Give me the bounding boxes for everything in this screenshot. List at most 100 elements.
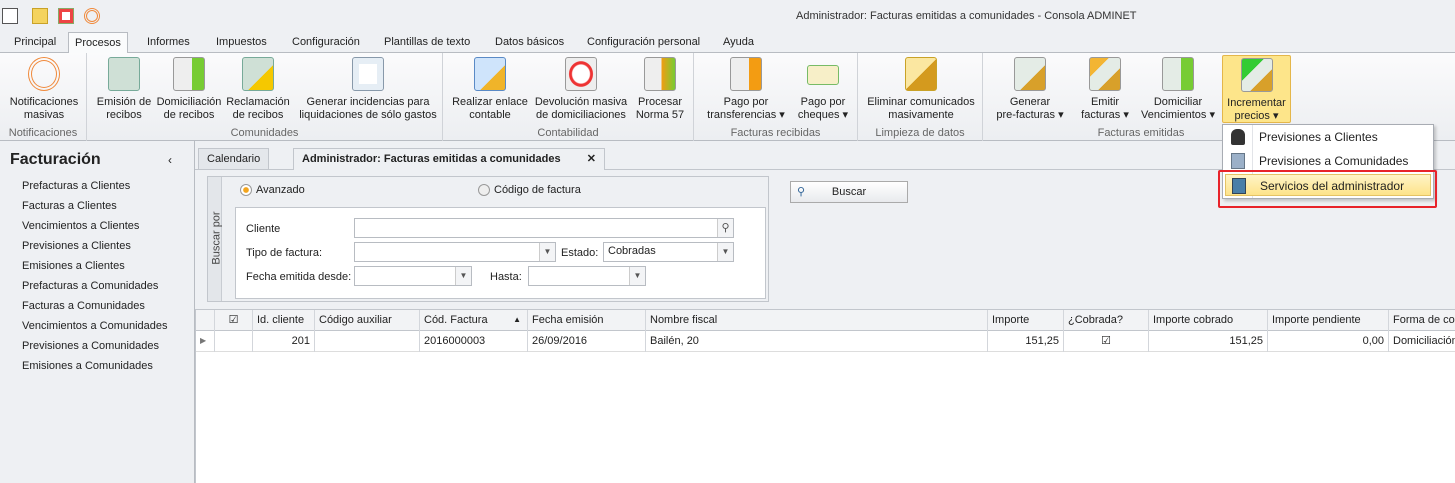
generar-incidencias-button[interactable]: Generar incidencias para liquidaciones de… (298, 55, 438, 122)
cell-check[interactable] (215, 331, 253, 352)
emision-recibos-button[interactable]: Emisión de recibos (92, 55, 156, 122)
pago-transferencias-button[interactable]: Pago por transferencias ▾ (702, 55, 790, 122)
radio-avanzado[interactable]: Avanzado (240, 184, 305, 196)
tab-procesos[interactable]: Procesos (68, 32, 128, 54)
sidebar-item[interactable]: Vencimientos a Clientes (22, 220, 139, 232)
cell-importe-cobrado: 151,25 (1149, 331, 1268, 352)
col-codigo-auxiliar[interactable]: Código auxiliar (315, 310, 420, 331)
sidebar-item[interactable]: Prefacturas a Clientes (22, 180, 130, 192)
col-cod-factura[interactable]: Cód. Factura ▲ (420, 310, 528, 331)
chevron-down-icon[interactable]: ▼ (717, 243, 733, 261)
row-indicator-header (196, 310, 215, 331)
cell-fecha: 26/09/2016 (528, 331, 646, 352)
label: Realizar enlace (452, 96, 528, 108)
radio-codigo-factura[interactable]: Código de factura (478, 184, 581, 196)
app-menu-icon[interactable] (2, 8, 18, 24)
cobrada-checkbox[interactable]: ☑ (1064, 331, 1149, 352)
estado-select[interactable]: Cobradas ▼ (603, 242, 734, 262)
tab-impuestos[interactable]: Impuestos (210, 32, 273, 53)
devolucion-masiva-button[interactable]: Devolución masiva de domiciliaciones (533, 55, 629, 122)
emitir-facturas-button[interactable]: Emitir facturas ▾ (1075, 55, 1135, 122)
menu-item-previsiones-comunidades[interactable]: Previsiones a Comunidades (1225, 150, 1431, 172)
chevron-down-icon[interactable]: ▼ (455, 267, 471, 285)
clipboard-check-icon[interactable]: ☑ (215, 310, 253, 331)
tab-configuracion-personal[interactable]: Configuración personal (581, 32, 706, 53)
sidebar-item[interactable]: Previsiones a Comunidades (22, 340, 159, 352)
tab-datos-basicos[interactable]: Datos básicos (489, 32, 570, 53)
col-importe-pendiente[interactable]: Importe pendiente (1268, 310, 1389, 331)
col-forma-cobro[interactable]: Forma de cobro (1389, 310, 1455, 331)
clipboard-check-icon[interactable] (58, 8, 74, 24)
buscar-button[interactable]: ⚲ Buscar (790, 181, 908, 203)
menu-item-previsiones-clientes[interactable]: Previsiones a Clientes (1225, 126, 1431, 148)
mail-icon[interactable] (32, 8, 48, 24)
sort-asc-icon: ▲ (513, 315, 521, 324)
procesar-norma57-button[interactable]: Procesar Norma 57 (632, 55, 688, 122)
col-importe-cobrado[interactable]: Importe cobrado (1149, 310, 1268, 331)
label: Norma 57 (635, 109, 685, 121)
broadcast-icon[interactable] (84, 8, 100, 24)
cell-cod-factura: 2016000003 (420, 331, 528, 352)
table-row[interactable]: ▶ 201 2016000003 26/09/2016 Bailén, 20 1… (196, 331, 1455, 352)
sidebar-item[interactable]: Emisiones a Clientes (22, 260, 125, 272)
tab-plantillas[interactable]: Plantillas de texto (378, 32, 476, 53)
col-importe[interactable]: Importe (988, 310, 1064, 331)
col-fecha-emision[interactable]: Fecha emisión (528, 310, 646, 331)
tab-principal[interactable]: Principal (8, 32, 62, 53)
reclamacion-recibos-button[interactable]: Reclamación de recibos (225, 55, 291, 122)
incrementar-precios-button[interactable]: Incrementar precios ▾ (1222, 55, 1291, 123)
fecha-desde-input[interactable]: ▼ (354, 266, 472, 286)
chevron-down-icon[interactable]: ▼ (629, 267, 645, 285)
broadcast-icon (28, 57, 60, 91)
label: contable (469, 109, 511, 121)
domiciliar-vencimientos-button[interactable]: Domiciliar Vencimientos ▾ (1138, 55, 1218, 122)
label: Domiciliar (1153, 96, 1203, 108)
search-panel: Buscar por Avanzado Código de factura Cl… (207, 176, 769, 302)
realizar-enlace-contable-button[interactable]: Realizar enlace contable (450, 55, 530, 122)
cliente-label: Cliente (246, 223, 281, 235)
fecha-hasta-input[interactable]: ▼ (528, 266, 646, 286)
col-cobrada[interactable]: ¿Cobrada? (1064, 310, 1149, 331)
label: Cód. Factura (424, 314, 488, 326)
close-icon[interactable]: ✕ (587, 149, 596, 169)
tab-informes[interactable]: Informes (141, 32, 196, 53)
label: Vencimientos ▾ (1140, 109, 1215, 121)
collapse-chevron-icon[interactable]: ‹ (168, 153, 172, 167)
sidebar-item[interactable]: Facturas a Clientes (22, 200, 117, 212)
clipboard-check-icon (352, 57, 384, 91)
tipo-label: Tipo de factura: (246, 247, 323, 259)
cell-importe-pendiente: 0,00 (1268, 331, 1389, 352)
pago-cheques-button[interactable]: Pago por cheques ▾ (793, 55, 853, 122)
spreadsheet-coins-icon (474, 57, 506, 91)
label: Avanzado (256, 184, 305, 196)
col-id-cliente[interactable]: Id. cliente (253, 310, 315, 331)
sidebar-item[interactable]: Emisiones a Comunidades (22, 360, 153, 372)
sidebar-item[interactable]: Facturas a Comunidades (22, 300, 145, 312)
cliente-input[interactable]: ⚲ (354, 218, 734, 238)
label: de recibos (163, 109, 215, 121)
eliminar-comunicados-button[interactable]: Eliminar comunicados masivamente (866, 55, 976, 122)
doc-tab-calendario[interactable]: Calendario (198, 148, 270, 169)
tab-configuracion[interactable]: Configuración (286, 32, 366, 53)
cell-id-cliente: 201 (253, 331, 315, 352)
sidebar-item[interactable]: Prefacturas a Comunidades (22, 280, 158, 292)
col-nombre-fiscal[interactable]: Nombre fiscal (646, 310, 988, 331)
notificaciones-masivas-button[interactable]: Notificaciones masivas (4, 55, 84, 122)
receipts-icon (108, 57, 140, 91)
domiciliacion-recibos-button[interactable]: Domiciliación de recibos (156, 55, 222, 122)
label: Procesar (637, 96, 683, 108)
doc-tab-facturas[interactable]: Administrador: Facturas emitidas a comun… (293, 148, 605, 170)
tab-ayuda[interactable]: Ayuda (717, 32, 760, 53)
n34-upload-icon (730, 57, 762, 91)
sidebar-item[interactable]: Vencimientos a Comunidades (22, 320, 168, 332)
sidebar-item[interactable]: Previsiones a Clientes (22, 240, 131, 252)
label: masivamente (888, 109, 954, 121)
group-label: Notificaciones (8, 127, 78, 139)
hasta-label: Hasta: (490, 271, 522, 283)
tipo-factura-select[interactable]: ▼ (354, 242, 556, 262)
invoice-coins-icon (1014, 57, 1046, 91)
group-label: Limpieza de datos (875, 127, 965, 139)
search-icon[interactable]: ⚲ (717, 219, 733, 237)
generar-prefacturas-button[interactable]: Generar pre-facturas ▾ (990, 55, 1070, 122)
chevron-down-icon[interactable]: ▼ (539, 243, 555, 261)
